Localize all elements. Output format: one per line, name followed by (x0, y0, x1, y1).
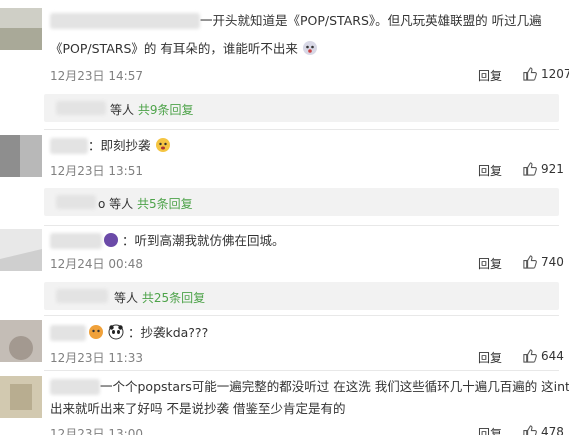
thumbs-up-icon (523, 162, 537, 176)
comment-text: 一个个popstars可能一遍完整的都没听过 在这洗 我们这些循环几十遍几百遍的… (100, 379, 569, 394)
like-button[interactable]: 478 (522, 424, 564, 435)
face-emoji-icon (155, 138, 170, 152)
comment-item: ：听到高潮我就仿佛在回城。 12月24日 00:48 回复 740 等人 共25… (0, 225, 569, 315)
divider (44, 129, 559, 130)
user-badge-icon (104, 233, 118, 247)
thumbs-up-icon (523, 67, 537, 81)
timestamp: 12月23日 11:33 (50, 351, 143, 365)
divider (44, 225, 559, 226)
divider (44, 315, 559, 316)
comment-item: 一开头就知道是《POP/STARS》。但凡玩英雄联盟的 听过几遍 《POP/ST… (0, 0, 569, 125)
like-button[interactable]: 740 (522, 254, 564, 269)
thumbs-up-icon (523, 425, 537, 435)
username-redacted (56, 195, 96, 209)
face-emoji-icon (302, 41, 317, 55)
avatar[interactable] (0, 320, 42, 362)
avatar[interactable] (0, 376, 42, 418)
comment-item: ：即刻抄袭 12月23日 13:51 回复 921 o 等人 共5条回复 (0, 125, 569, 225)
like-button[interactable]: 644 (522, 348, 564, 363)
username-redacted (50, 379, 100, 395)
divider (44, 370, 559, 371)
avatar[interactable] (0, 135, 42, 177)
timestamp: 12月23日 14:57 (50, 69, 143, 83)
comment-text-line2: 《POP/STARS》的 有耳朵的，谁能听不出来 (50, 38, 318, 60)
comment-item: ：抄袭kda??? 12月23日 11:33 回复 644 (0, 315, 569, 370)
reply-button[interactable]: 回复 (478, 255, 502, 272)
comment-text: 一开头就知道是《POP/STARS》。但凡玩英雄联盟的 听过几遍 (200, 13, 542, 28)
avatar[interactable] (0, 8, 42, 50)
comment-text: ：抄袭kda??? (88, 322, 208, 344)
comment-item: 一个个popstars可能一遍完整的都没听过 在这洗 我们这些循环几十遍几百遍的… (0, 370, 569, 435)
face-emoji-icon (89, 325, 103, 339)
username-redacted (50, 325, 86, 341)
more-replies-bar[interactable]: 等人 共9条回复 (44, 94, 559, 122)
more-replies-bar[interactable]: 等人 共25条回复 (44, 282, 559, 310)
comment-text: ：听到高潮我就仿佛在回城。 (104, 230, 285, 252)
like-button[interactable]: 921 (522, 161, 564, 176)
timestamp: 12月23日 13:00 (50, 427, 143, 435)
comment-text-line2: 出来就听出来了好吗 不是说抄袭 借鉴至少肯定是有的 (50, 401, 346, 416)
comment-text: ：即刻抄袭 (88, 135, 171, 157)
more-replies-text[interactable]: 等人 共25条回复 (114, 289, 205, 306)
username-redacted (56, 101, 106, 115)
timestamp: 12月23日 13:51 (50, 164, 143, 178)
username-redacted (50, 233, 102, 249)
reply-button[interactable]: 回复 (478, 425, 502, 435)
username-redacted (50, 138, 88, 154)
more-replies-text[interactable]: 等人 共9条回复 (110, 101, 193, 118)
thumbs-up-icon (523, 255, 537, 269)
reply-button[interactable]: 回复 (478, 67, 502, 84)
reply-button[interactable]: 回复 (478, 162, 502, 179)
username-redacted (56, 289, 108, 303)
more-replies-text[interactable]: o 等人 共5条回复 (98, 195, 193, 212)
timestamp: 12月24日 00:48 (50, 257, 143, 271)
like-button[interactable]: 1207 (522, 66, 569, 81)
more-replies-bar[interactable]: o 等人 共5条回复 (44, 188, 559, 216)
username-redacted (50, 13, 200, 29)
avatar[interactable] (0, 229, 42, 271)
reply-button[interactable]: 回复 (478, 349, 502, 366)
panda-icon (108, 324, 124, 340)
thumbs-up-icon (523, 349, 537, 363)
